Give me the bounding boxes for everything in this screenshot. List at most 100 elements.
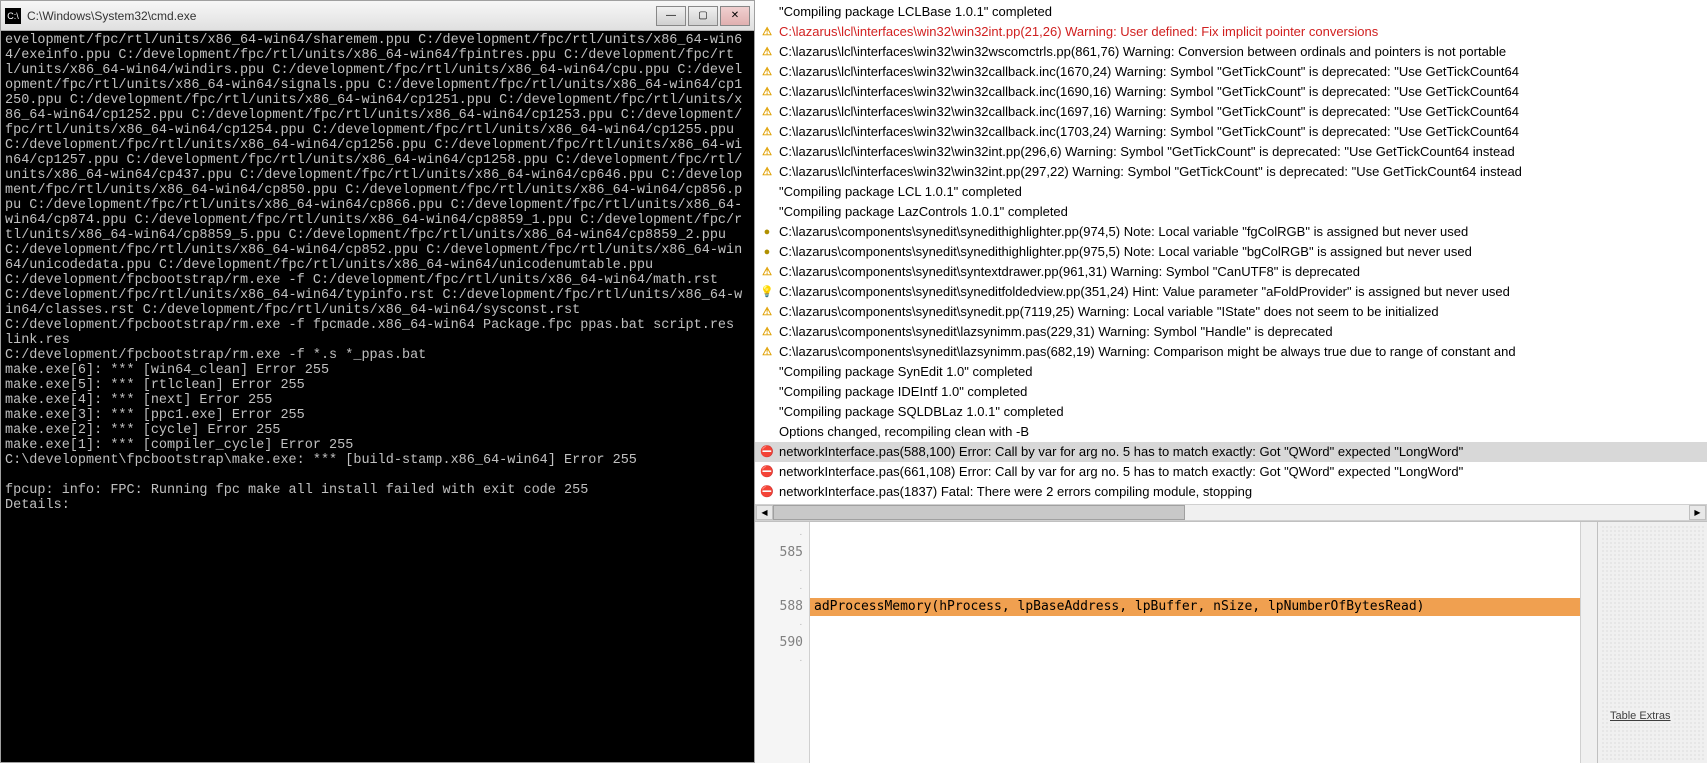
message-text: networkInterface.pas(661,108) Error: Cal… <box>779 462 1463 482</box>
message-text: Options changed, recompiling clean with … <box>779 422 1029 442</box>
message-row[interactable]: ⚠C:\lazarus\lcl\interfaces\win32\win32in… <box>755 142 1707 162</box>
message-text: "Compiling package LCLBase 1.0.1" comple… <box>779 2 1052 22</box>
message-row[interactable]: "Compiling package LCLBase 1.0.1" comple… <box>755 2 1707 22</box>
code-editor[interactable]: ·585··588·590· adProcessMemory(hProcess,… <box>755 522 1597 763</box>
gutter-line: · <box>755 580 803 598</box>
message-row[interactable]: ⛔networkInterface.pas(661,108) Error: Ca… <box>755 462 1707 482</box>
message-text: "Compiling package SynEdit 1.0" complete… <box>779 362 1032 382</box>
scroll-track[interactable] <box>773 505 1689 520</box>
message-row[interactable]: ⚠C:\lazarus\lcl\interfaces\win32\win32ws… <box>755 42 1707 62</box>
hint-icon: 💡 <box>759 284 775 300</box>
gutter-line: · <box>755 526 803 544</box>
warning-icon: ⚠ <box>759 344 775 360</box>
message-text: C:\lazarus\components\synedit\synedit.pp… <box>779 302 1439 322</box>
scroll-left-icon[interactable]: ◀ <box>756 505 773 520</box>
window-buttons: — ▢ ✕ <box>656 6 750 26</box>
message-row[interactable]: ●C:\lazarus\components\synedit\synedithi… <box>755 222 1707 242</box>
editor-vscrollbar[interactable] <box>1580 522 1597 763</box>
message-text: networkInterface.pas(588,100) Error: Cal… <box>779 442 1463 462</box>
cmd-title: C:\Windows\System32\cmd.exe <box>27 9 656 23</box>
message-text: C:\lazarus\components\synedit\lazsynimm.… <box>779 342 1516 362</box>
note-icon: ● <box>759 224 775 240</box>
maximize-button[interactable]: ▢ <box>688 6 718 26</box>
warning-icon: ⚠ <box>759 164 775 180</box>
cmd-output[interactable]: evelopment/fpc/rtl/units/x86_64-win64/sh… <box>1 31 754 762</box>
cmd-titlebar[interactable]: C:\ C:\Windows\System32\cmd.exe — ▢ ✕ <box>1 1 754 31</box>
message-row[interactable]: "Compiling package SQLDBLaz 1.0.1" compl… <box>755 402 1707 422</box>
code-area[interactable]: adProcessMemory(hProcess, lpBaseAddress,… <box>810 522 1580 763</box>
warning-icon: ⚠ <box>759 44 775 60</box>
message-text: C:\lazarus\lcl\interfaces\win32\win32int… <box>779 162 1522 182</box>
message-row[interactable]: ●C:\lazarus\components\synedit\synedithi… <box>755 242 1707 262</box>
message-row[interactable]: "Compiling package IDEIntf 1.0" complete… <box>755 382 1707 402</box>
blank-icon <box>759 204 775 220</box>
warning-icon: ⚠ <box>759 104 775 120</box>
message-row[interactable]: ⚠C:\lazarus\components\synedit\lazsynimm… <box>755 322 1707 342</box>
warning-icon: ⚠ <box>759 24 775 40</box>
messages-hscrollbar[interactable]: ◀ ▶ <box>755 504 1707 521</box>
ide-panel: "Compiling package LCLBase 1.0.1" comple… <box>755 0 1707 763</box>
message-row[interactable]: ⚠C:\lazarus\lcl\interfaces\win32\win32ca… <box>755 102 1707 122</box>
code-line[interactable] <box>810 634 1580 652</box>
message-row[interactable]: ⚠C:\lazarus\lcl\interfaces\win32\win32ca… <box>755 122 1707 142</box>
message-text: C:\lazarus\components\synedit\synedithig… <box>779 222 1468 242</box>
message-row[interactable]: Options changed, recompiling clean with … <box>755 422 1707 442</box>
message-text: C:\lazarus\components\synedit\syntextdra… <box>779 262 1360 282</box>
message-row[interactable]: ⚠C:\lazarus\components\synedit\lazsynimm… <box>755 342 1707 362</box>
message-text: C:\lazarus\components\synedit\synedithig… <box>779 242 1472 262</box>
message-row[interactable]: ⚠C:\lazarus\lcl\interfaces\win32\win32ca… <box>755 82 1707 102</box>
message-row[interactable]: "Compiling package LCL 1.0.1" completed <box>755 182 1707 202</box>
message-text: C:\lazarus\lcl\interfaces\win32\win32wsc… <box>779 42 1506 62</box>
code-line[interactable] <box>810 652 1580 670</box>
message-text: networkInterface.pas(1837) Fatal: There … <box>779 482 1252 502</box>
code-line[interactable]: adProcessMemory(hProcess, lpBaseAddress,… <box>810 598 1580 616</box>
table-extras-label[interactable]: Table Extras <box>1608 709 1673 723</box>
code-line[interactable] <box>810 526 1580 544</box>
message-row[interactable]: ⛔networkInterface.pas(1837) Fatal: There… <box>755 482 1707 502</box>
message-text: C:\lazarus\lcl\interfaces\win32\win32int… <box>779 142 1515 162</box>
scroll-thumb[interactable] <box>773 505 1185 520</box>
cmd-icon: C:\ <box>5 8 21 24</box>
message-text: C:\lazarus\lcl\interfaces\win32\win32cal… <box>779 102 1519 122</box>
scroll-right-icon[interactable]: ▶ <box>1689 505 1706 520</box>
note-icon: ● <box>759 244 775 260</box>
messages-panel[interactable]: "Compiling package LCLBase 1.0.1" comple… <box>755 0 1707 504</box>
message-text: "Compiling package SQLDBLaz 1.0.1" compl… <box>779 402 1064 422</box>
code-line[interactable] <box>810 616 1580 634</box>
message-text: C:\lazarus\lcl\interfaces\win32\win32cal… <box>779 82 1519 102</box>
message-row[interactable]: ⚠C:\lazarus\lcl\interfaces\win32\win32in… <box>755 22 1707 42</box>
side-panel: Table Extras <box>1597 522 1707 763</box>
gutter-line: 588 <box>755 598 803 616</box>
blank-icon <box>759 4 775 20</box>
dotted-pattern <box>1601 525 1704 760</box>
message-row[interactable]: "Compiling package SynEdit 1.0" complete… <box>755 362 1707 382</box>
message-row[interactable]: ⛔networkInterface.pas(588,100) Error: Ca… <box>755 442 1707 462</box>
code-line[interactable] <box>810 580 1580 598</box>
close-button[interactable]: ✕ <box>720 6 750 26</box>
message-text: C:\lazarus\lcl\interfaces\win32\win32int… <box>779 22 1378 42</box>
message-row[interactable]: ⚠C:\lazarus\lcl\interfaces\win32\win32in… <box>755 162 1707 182</box>
warning-icon: ⚠ <box>759 84 775 100</box>
gutter-line: · <box>755 652 803 670</box>
warning-icon: ⚠ <box>759 304 775 320</box>
message-text: C:\lazarus\components\synedit\syneditfol… <box>779 282 1510 302</box>
warning-icon: ⚠ <box>759 264 775 280</box>
message-row[interactable]: 💡C:\lazarus\components\synedit\syneditfo… <box>755 282 1707 302</box>
message-row[interactable]: ⚠C:\lazarus\components\synedit\synedit.p… <box>755 302 1707 322</box>
editor-gutter: ·585··588·590· <box>755 522 810 763</box>
message-text: C:\lazarus\lcl\interfaces\win32\win32cal… <box>779 122 1519 142</box>
message-row[interactable]: ⚠C:\lazarus\components\synedit\syntextdr… <box>755 262 1707 282</box>
message-row[interactable]: ⚠C:\lazarus\lcl\interfaces\win32\win32ca… <box>755 62 1707 82</box>
gutter-line: · <box>755 562 803 580</box>
error-icon: ⛔ <box>759 464 775 480</box>
warning-icon: ⚠ <box>759 124 775 140</box>
gutter-line: 585 <box>755 544 803 562</box>
message-row[interactable]: "Compiling package LazControls 1.0.1" co… <box>755 202 1707 222</box>
warning-icon: ⚠ <box>759 324 775 340</box>
message-text: "Compiling package LCL 1.0.1" completed <box>779 182 1022 202</box>
code-line[interactable] <box>810 544 1580 562</box>
code-line[interactable] <box>810 562 1580 580</box>
minimize-button[interactable]: — <box>656 6 686 26</box>
message-text: "Compiling package LazControls 1.0.1" co… <box>779 202 1068 222</box>
error-icon: ⛔ <box>759 444 775 460</box>
